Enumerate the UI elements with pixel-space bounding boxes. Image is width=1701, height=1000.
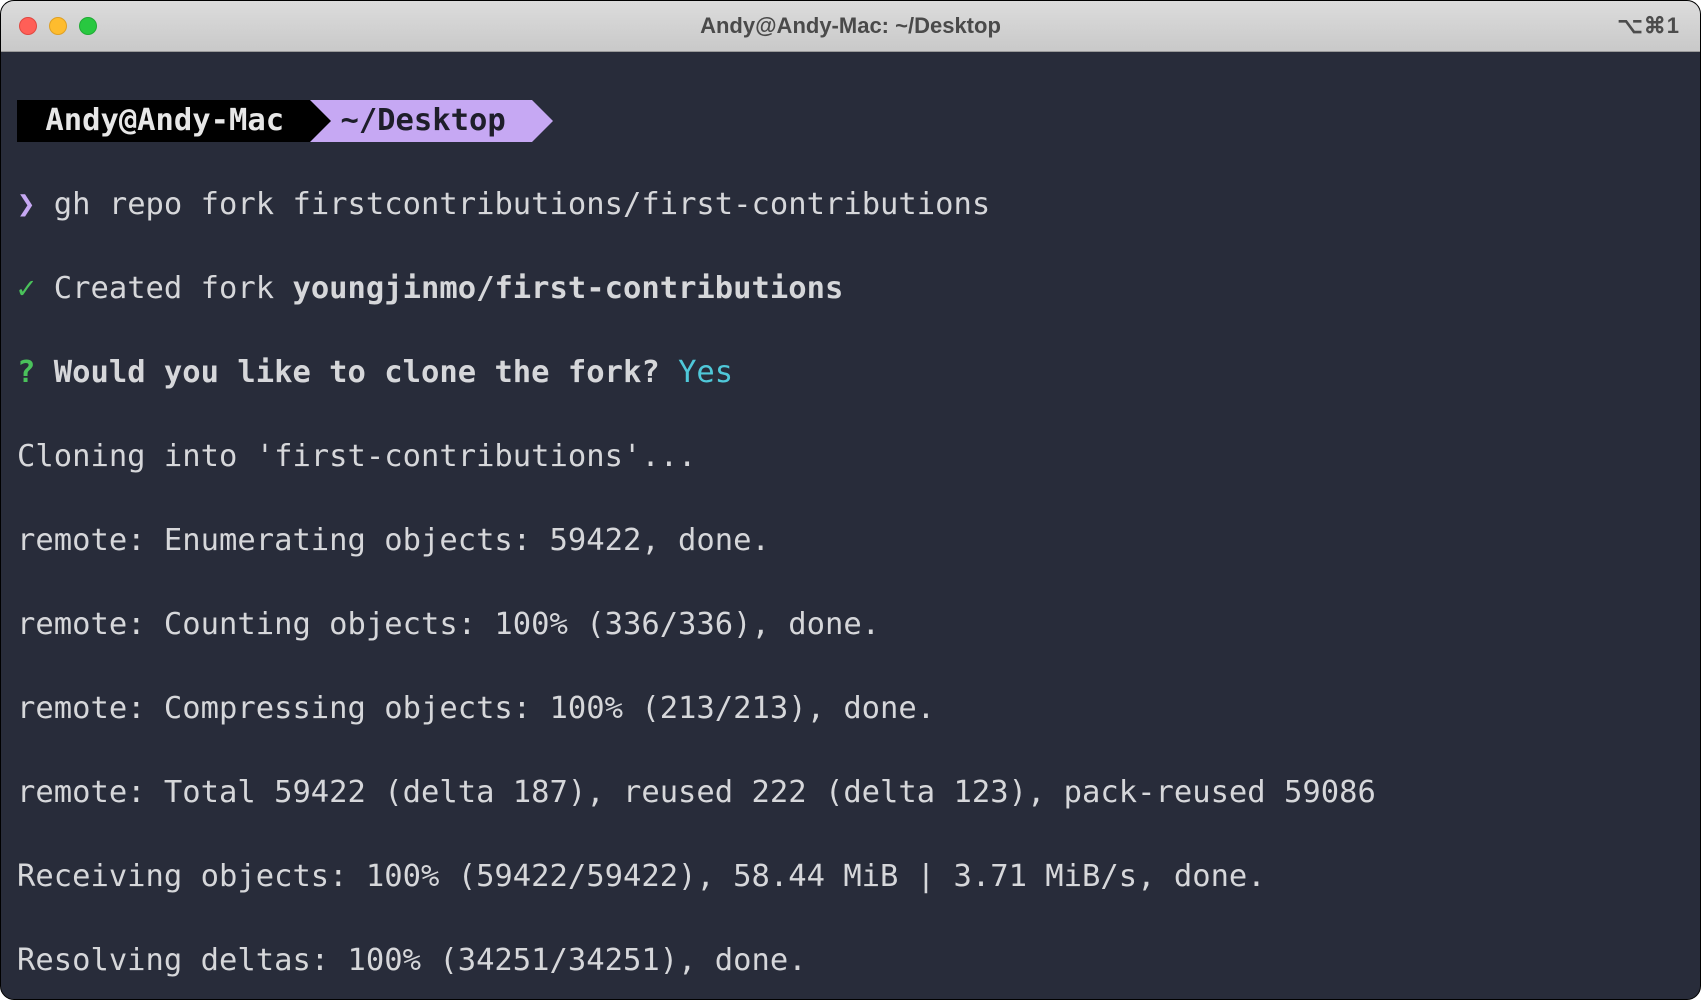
tab-indicator: ⌥⌘1	[1617, 13, 1680, 39]
output-text: Would you like to clone the fork?	[35, 355, 659, 390]
output-line: Resolving deltas: 100% (34251/34251), do…	[17, 940, 1684, 982]
minimize-window-button[interactable]	[49, 17, 67, 35]
prompt-line: Andy@Andy-Mac ~/Desktop	[17, 100, 1684, 142]
answer-text: Yes	[660, 355, 733, 390]
terminal-viewport[interactable]: Andy@Andy-Mac ~/Desktop ❯ gh repo fork f…	[11, 52, 1690, 989]
command-line: ❯ gh repo fork firstcontributions/first-…	[17, 184, 1684, 226]
terminal-window: Andy@Andy-Mac: ~/Desktop ⌥⌘1 Andy@Andy-M…	[0, 0, 1701, 1000]
output-repo-name: youngjinmo/first-contributions	[292, 271, 843, 306]
titlebar: Andy@Andy-Mac: ~/Desktop ⌥⌘1	[1, 1, 1700, 52]
powerline-arrow-icon	[532, 100, 553, 142]
zoom-window-button[interactable]	[79, 17, 97, 35]
output-text: Created fork	[35, 271, 292, 306]
prompt-caret-icon: ❯	[17, 187, 35, 222]
output-line: remote: Compressing objects: 100% (213/2…	[17, 688, 1684, 730]
question-mark-icon: ?	[17, 355, 35, 390]
powerline-arrow-icon	[310, 100, 331, 142]
output-line: Cloning into 'first-contributions'...	[17, 436, 1684, 478]
output-line: ✓ Created fork youngjinmo/first-contribu…	[17, 268, 1684, 310]
output-line: ? Would you like to clone the fork? Yes	[17, 352, 1684, 394]
check-icon: ✓	[17, 271, 35, 306]
output-line: remote: Counting objects: 100% (336/336)…	[17, 604, 1684, 646]
prompt-path-segment: ~/Desktop	[310, 100, 532, 142]
traffic-lights	[19, 17, 97, 35]
prompt-user-segment: Andy@Andy-Mac	[17, 100, 310, 142]
output-line: remote: Total 59422 (delta 187), reused …	[17, 772, 1684, 814]
window-title: Andy@Andy-Mac: ~/Desktop	[1, 13, 1700, 39]
output-line: Receiving objects: 100% (59422/59422), 5…	[17, 856, 1684, 898]
close-window-button[interactable]	[19, 17, 37, 35]
command-text: gh repo fork firstcontributions/first-co…	[35, 187, 990, 222]
output-line: remote: Enumerating objects: 59422, done…	[17, 520, 1684, 562]
